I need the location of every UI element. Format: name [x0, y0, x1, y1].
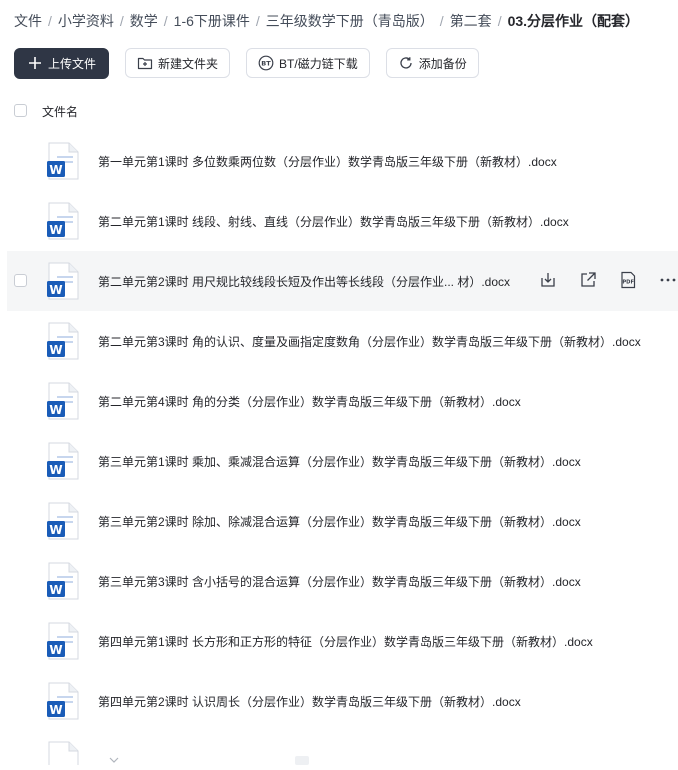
file-name[interactable]: 第二单元第3课时 角的认识、度量及画指定度数角（分层作业）数学青岛版三年级下册（… — [98, 333, 641, 350]
pdf-icon[interactable]: PDF — [617, 269, 639, 291]
word-doc-icon: W — [47, 502, 79, 540]
breadcrumb: 文件 / 小学资料 / 数学 / 1-6下册课件 / 三年级数学下册（青岛版） … — [14, 11, 678, 31]
breadcrumb-item-grade3-math[interactable]: 三年级数学下册（青岛版） — [266, 11, 434, 31]
file-row[interactable]: W 第一单元第1课时 多位数乘两位数（分层作业）数学青岛版三年级下册（新教材）.d… — [0, 131, 678, 191]
file-name[interactable]: 第三单元第3课时 含小括号的混合运算（分层作业）数学青岛版三年级下册（新教材）.… — [98, 573, 581, 590]
file-name[interactable]: 第一单元第1课时 多位数乘两位数（分层作业）数学青岛版三年级下册（新教材）.do… — [98, 153, 557, 170]
file-row[interactable]: W 第三单元第2课时 除加、除减混合运算（分层作业）数学青岛版三年级下册（新教材）… — [0, 491, 678, 551]
svg-text:BT: BT — [261, 60, 271, 68]
breadcrumb-item-lower-courseware[interactable]: 1-6下册课件 — [174, 11, 250, 31]
svg-text:PDF: PDF — [622, 279, 634, 285]
plus-icon — [27, 55, 43, 71]
add-backup-button[interactable]: 添加备份 — [385, 48, 479, 78]
file-name[interactable]: 第四单元第2课时 认识周长（分层作业）数学青岛版三年级下册（新教材）.docx — [98, 693, 521, 710]
file-name[interactable]: 第二单元第4课时 角的分类（分层作业）数学青岛版三年级下册（新教材）.docx — [98, 393, 521, 410]
word-doc-icon: W — [47, 442, 79, 480]
word-doc-icon: W — [47, 382, 79, 420]
file-row[interactable]: W 第四单元第1课时 长方形和正方形的特征（分层作业）数学青岛版三年级下册（新教材… — [0, 611, 678, 671]
toolbar: 上传文件 新建文件夹 BT BT/磁力链下载 添加备份 — [14, 47, 495, 79]
more-icon[interactable] — [657, 269, 678, 291]
row-actions: PDF — [537, 269, 678, 291]
file-name[interactable]: 第二单元第2课时 用尺规比较线段长短及作出等长线段（分层作业... 材）.doc… — [98, 273, 510, 290]
word-doc-icon: W — [47, 202, 79, 240]
file-name[interactable]: 第四单元第1课时 长方形和正方形的特征（分层作业）数学青岛版三年级下册（新教材）… — [98, 633, 593, 650]
word-doc-icon: W — [47, 622, 79, 660]
select-all-checkbox[interactable] — [14, 104, 27, 117]
svg-text:W: W — [49, 703, 62, 717]
svg-text:W: W — [49, 523, 62, 537]
file-row[interactable]: W 第四单元第2课时 认识周长（分层作业）数学青岛版三年级下册（新教材）.docx — [0, 671, 678, 731]
svg-text:W: W — [49, 403, 62, 417]
column-header-filename[interactable]: 文件名 — [42, 103, 78, 120]
word-doc-icon — [47, 741, 79, 765]
folder-add-icon — [137, 55, 153, 71]
scrollbar-thumb[interactable] — [295, 756, 309, 765]
file-row[interactable]: W 第二单元第2课时 用尺规比较线段长短及作出等长线段（分层作业... 材）.do… — [7, 251, 678, 311]
file-name[interactable]: 第三单元第2课时 除加、除减混合运算（分层作业）数学青岛版三年级下册（新教材）.… — [98, 513, 581, 530]
file-row[interactable]: W 第二单元第4课时 角的分类（分层作业）数学青岛版三年级下册（新教材）.docx — [0, 371, 678, 431]
breadcrumb-item-set2[interactable]: 第二套 — [450, 11, 492, 31]
word-doc-icon: W — [47, 262, 79, 300]
svg-text:W: W — [49, 283, 62, 297]
add-backup-button-label: 添加备份 — [418, 56, 467, 71]
breadcrumb-separator: / — [255, 13, 260, 29]
breadcrumb-separator: / — [48, 13, 52, 29]
breadcrumb-item-files[interactable]: 文件 — [14, 11, 42, 31]
svg-text:W: W — [49, 223, 62, 237]
svg-text:W: W — [49, 463, 62, 477]
table-header: 文件名 — [0, 96, 678, 126]
file-row[interactable]: W 第二单元第3课时 角的认识、度量及画指定度数角（分层作业）数学青岛版三年级下册… — [0, 311, 678, 371]
breadcrumb-separator: / — [439, 13, 444, 29]
upload-button[interactable]: 上传文件 — [14, 47, 110, 79]
file-row[interactable]: W 第二单元第1课时 线段、射线、直线（分层作业）数学青岛版三年级下册（新教材）.… — [0, 191, 678, 251]
chevron-down-icon[interactable] — [108, 752, 120, 763]
svg-text:W: W — [49, 163, 62, 177]
word-doc-icon: W — [47, 682, 79, 720]
download-icon[interactable] — [537, 269, 559, 291]
svg-text:W: W — [49, 643, 62, 657]
breadcrumb-item-math[interactable]: 数学 — [130, 11, 158, 31]
upload-button-label: 上传文件 — [48, 56, 97, 71]
breadcrumb-separator: / — [163, 13, 168, 29]
word-doc-icon: W — [47, 142, 79, 180]
backup-sync-icon — [398, 55, 414, 71]
file-name[interactable]: 第二单元第1课时 线段、射线、直线（分层作业）数学青岛版三年级下册（新教材）.d… — [98, 213, 569, 230]
breadcrumb-item-current: 03.分层作业（配套） — [507, 13, 640, 29]
file-list: W 第一单元第1课时 多位数乘两位数（分层作业）数学青岛版三年级下册（新教材）.d… — [0, 131, 678, 731]
svg-text:W: W — [49, 343, 62, 357]
file-row[interactable]: W 第三单元第3课时 含小括号的混合运算（分层作业）数学青岛版三年级下册（新教材）… — [0, 551, 678, 611]
new-folder-button[interactable]: 新建文件夹 — [125, 48, 231, 78]
new-folder-button-label: 新建文件夹 — [158, 56, 219, 71]
word-doc-icon: W — [47, 562, 79, 600]
file-row[interactable]: W 第三单元第1课时 乘加、乘减混合运算（分层作业）数学青岛版三年级下册（新教材）… — [0, 431, 678, 491]
breadcrumb-item-primary-materials[interactable]: 小学资料 — [58, 11, 114, 31]
file-name[interactable]: 第三单元第1课时 乘加、乘减混合运算（分层作业）数学青岛版三年级下册（新教材）.… — [98, 453, 581, 470]
breadcrumb-separator: / — [497, 13, 502, 29]
word-doc-icon: W — [47, 322, 79, 360]
svg-text:W: W — [49, 583, 62, 597]
bt-download-button[interactable]: BT BT/磁力链下载 — [246, 48, 370, 78]
bt-download-button-label: BT/磁力链下载 — [279, 56, 358, 71]
row-checkbox[interactable] — [14, 274, 27, 287]
share-icon[interactable] — [577, 269, 599, 291]
breadcrumb-separator: / — [119, 13, 124, 29]
bt-icon: BT — [258, 55, 274, 71]
